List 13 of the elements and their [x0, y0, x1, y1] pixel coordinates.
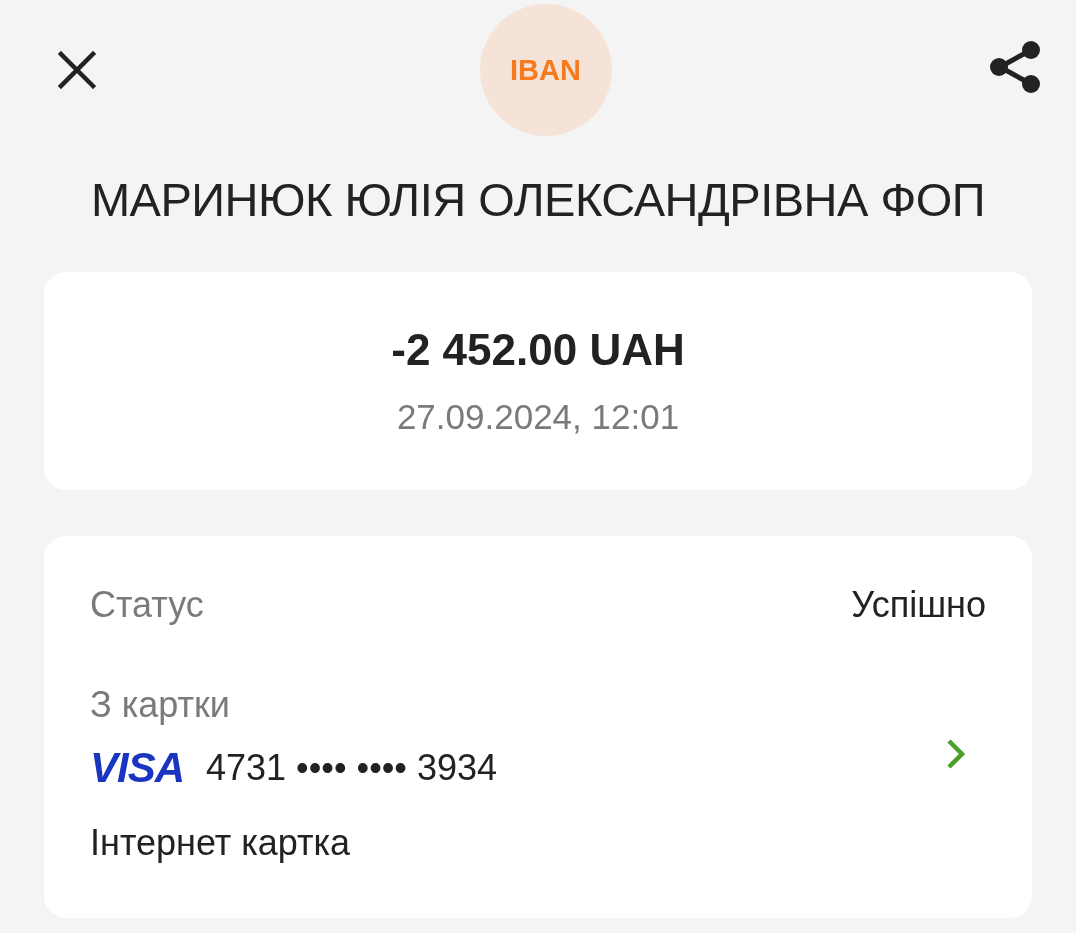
card-network-logo: VISA [90, 746, 185, 790]
status-value: Успішно [851, 583, 986, 627]
share-icon [989, 40, 1041, 94]
status-label: Статус [90, 583, 204, 627]
close-icon [58, 51, 96, 89]
card-name: Інтернет картка [90, 821, 352, 865]
chevron-right-icon[interactable] [946, 738, 966, 770]
iban-logo: IBAN [479, 4, 612, 136]
source-label: З картки [90, 683, 231, 727]
recipient-name: МАРИНЮК ЮЛІЯ ОЛЕКСАНДРІВНА ФОП [89, 172, 986, 228]
transaction-amount: -2 452.00 UAH [391, 324, 685, 376]
card-number: 4731 •••• •••• 3934 [206, 746, 498, 790]
transaction-date: 27.09.2024, 12:01 [396, 396, 680, 438]
